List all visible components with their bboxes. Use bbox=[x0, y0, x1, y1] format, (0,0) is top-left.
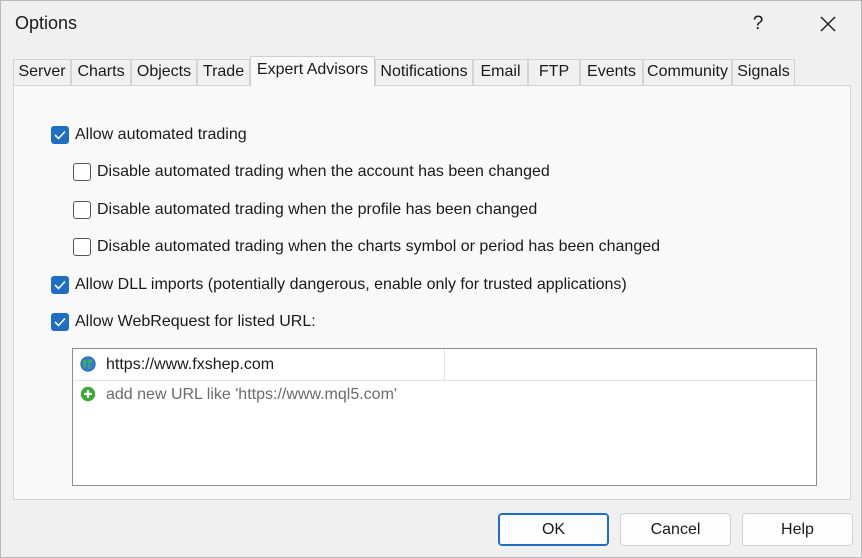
disable-on-account-change-option[interactable]: Disable automated trading when the accou… bbox=[73, 160, 550, 184]
window-title: Options bbox=[15, 13, 78, 33]
close-button[interactable] bbox=[811, 9, 845, 39]
checkmark-icon bbox=[54, 317, 66, 327]
disable-on-symbol-change-checkbox[interactable] bbox=[73, 238, 91, 256]
url-text: https://www.fxshep.com bbox=[106, 356, 275, 373]
disable-on-symbol-change-option[interactable]: Disable automated trading when the chart… bbox=[73, 235, 660, 259]
allow-automated-trading-label: Allow automated trading bbox=[75, 126, 247, 143]
globe-icon bbox=[80, 356, 96, 372]
allow-dll-imports-checkbox[interactable] bbox=[51, 276, 69, 294]
cancel-button[interactable]: Cancel bbox=[620, 513, 731, 546]
tab-trade[interactable]: Trade bbox=[197, 59, 250, 85]
tab-expert-advisors[interactable]: Expert Advisors bbox=[250, 56, 375, 87]
allow-dll-imports-option[interactable]: Allow DLL imports (potentially dangerous… bbox=[51, 273, 627, 297]
allow-dll-imports-label: Allow DLL imports (potentially dangerous… bbox=[75, 276, 627, 293]
disable-on-profile-change-checkbox[interactable] bbox=[73, 201, 91, 219]
allow-webrequest-checkbox[interactable] bbox=[51, 313, 69, 331]
checkmark-icon bbox=[54, 280, 66, 290]
ok-button[interactable]: OK bbox=[498, 513, 609, 546]
url-list[interactable]: https://www.fxshep.com add new URL like … bbox=[72, 348, 817, 486]
allow-webrequest-label: Allow WebRequest for listed URL: bbox=[75, 313, 316, 330]
add-url-row[interactable]: add new URL like 'https://www.mql5.com' bbox=[73, 380, 816, 410]
tab-charts[interactable]: Charts bbox=[71, 59, 131, 85]
allow-automated-trading-checkbox[interactable] bbox=[51, 126, 69, 144]
disable-on-profile-change-option[interactable]: Disable automated trading when the profi… bbox=[73, 198, 537, 222]
tab-email[interactable]: Email bbox=[473, 59, 528, 85]
add-url-placeholder: add new URL like 'https://www.mql5.com' bbox=[106, 386, 397, 403]
tab-community[interactable]: Community bbox=[643, 59, 732, 85]
options-dialog: Options ? Server Charts Objects Trade Ex… bbox=[0, 0, 862, 558]
disable-on-symbol-change-label: Disable automated trading when the chart… bbox=[97, 238, 661, 255]
title-bar: Options ? bbox=[1, 1, 861, 47]
add-plus-icon bbox=[80, 386, 96, 402]
checkmark-icon bbox=[54, 130, 66, 140]
url-list-empty-cell bbox=[444, 349, 816, 381]
disable-on-account-change-checkbox[interactable] bbox=[73, 163, 91, 181]
disable-on-account-change-label: Disable automated trading when the accou… bbox=[97, 163, 550, 180]
tab-objects[interactable]: Objects bbox=[131, 59, 197, 85]
allow-automated-trading-option[interactable]: Allow automated trading bbox=[51, 123, 247, 147]
url-list-item[interactable]: https://www.fxshep.com bbox=[73, 349, 445, 381]
help-button[interactable]: Help bbox=[742, 513, 853, 546]
tab-signals[interactable]: Signals bbox=[732, 59, 795, 85]
allow-webrequest-option[interactable]: Allow WebRequest for listed URL: bbox=[51, 310, 316, 334]
help-icon-button[interactable]: ? bbox=[743, 9, 773, 39]
disable-on-profile-change-label: Disable automated trading when the profi… bbox=[97, 201, 538, 218]
tab-ftp[interactable]: FTP bbox=[528, 59, 580, 85]
tab-events[interactable]: Events bbox=[580, 59, 643, 85]
tab-server[interactable]: Server bbox=[13, 59, 71, 85]
close-icon bbox=[820, 16, 836, 32]
tab-notifications[interactable]: Notifications bbox=[375, 59, 473, 85]
